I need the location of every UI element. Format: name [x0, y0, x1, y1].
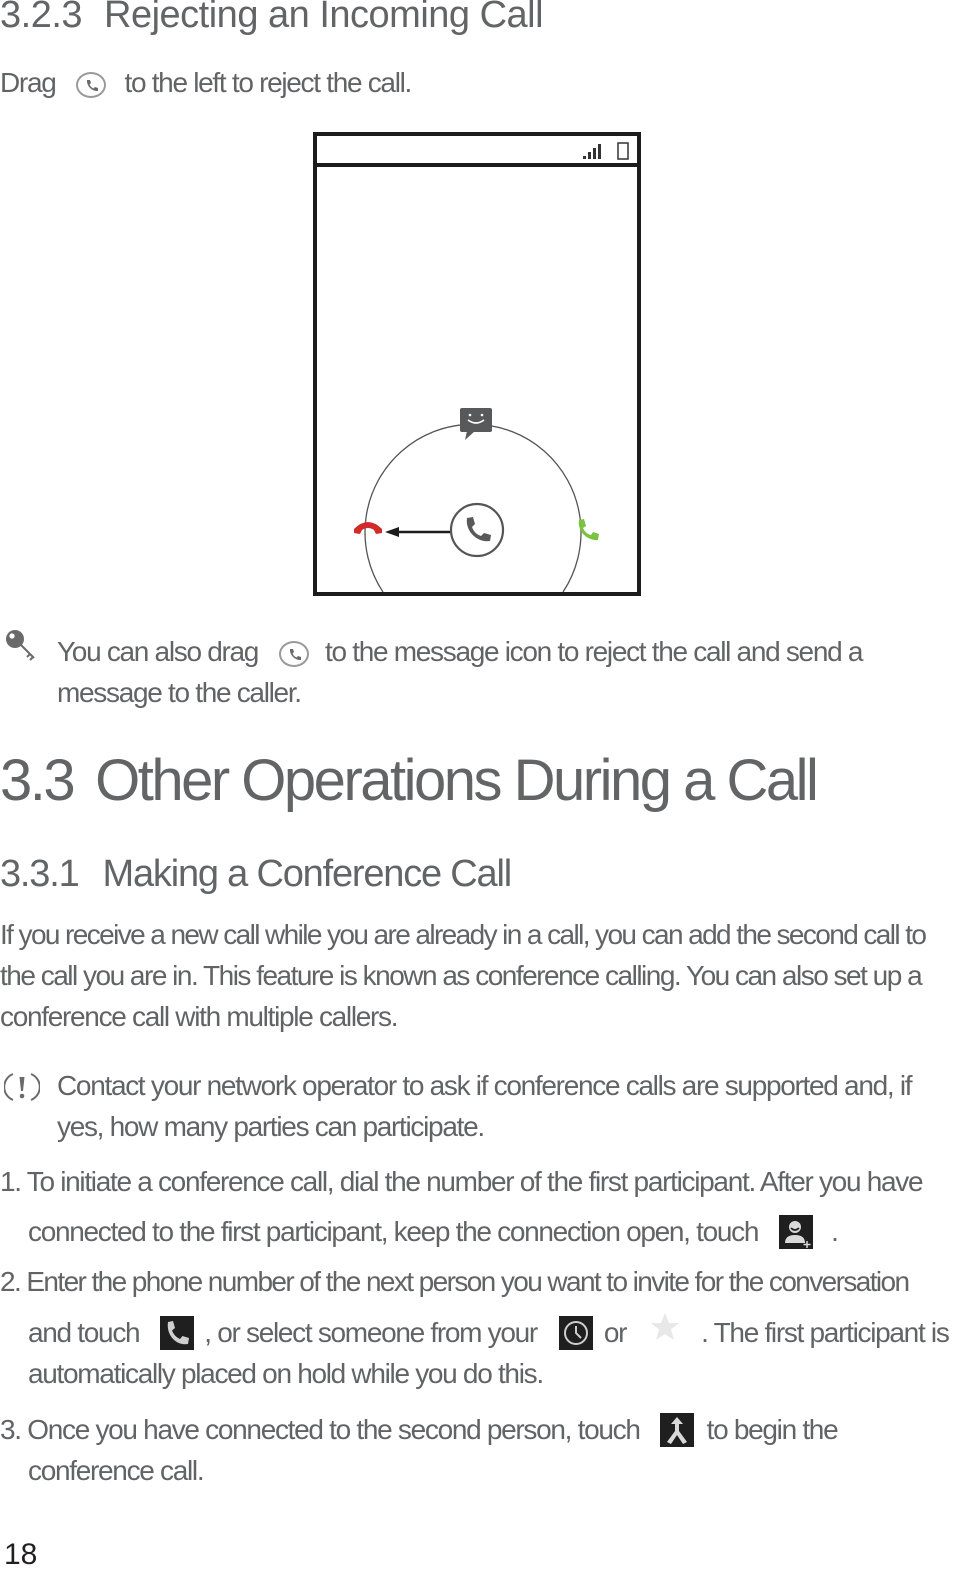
step-text: . The first participant is [701, 1317, 950, 1348]
dial-phone-icon [159, 1315, 194, 1350]
paragraph-line: conference call with multiple callers. [0, 1001, 399, 1032]
step-number: 1. [0, 1166, 22, 1197]
step-2-line-3: automatically placed on hold while you d… [28, 1358, 544, 1389]
call-log-icon [559, 1315, 594, 1350]
instruction-suffix: to the left to reject the call. [124, 67, 412, 98]
phone-handle-icon [449, 502, 505, 558]
phone-lockscreen-illustration [313, 132, 641, 596]
answer-call-icon [578, 519, 599, 541]
step-text: , or select someone from your [204, 1317, 538, 1348]
message-icon [460, 408, 492, 440]
step-text: or [603, 1317, 628, 1348]
step-3-line-2: conference call. [28, 1455, 205, 1486]
tip-text-line-2: message to the caller. [57, 677, 302, 708]
step-3-line-1: 3. Once you have connected to the second… [0, 1410, 839, 1450]
favorites-star-icon [649, 1311, 681, 1354]
section-heading-3-3-1: 3.3.1 Making a Conference Call [0, 853, 513, 896]
add-contact-icon [778, 1214, 813, 1249]
paragraph-line: If you receive a new call while you are … [0, 919, 927, 950]
page-number: 18 [4, 1538, 38, 1571]
section-heading-3-2-3: 3.2.3 Rejecting an Incoming Call [0, 0, 544, 37]
section-title: Making a Conference Call [102, 853, 513, 895]
step-text: . [831, 1216, 839, 1247]
step-number: 2. [0, 1266, 22, 1297]
step-1-line-1: 1. To initiate a conference call, dial t… [0, 1162, 924, 1202]
instruction-prefix: Drag [0, 67, 57, 98]
paragraph-line: the call you are in. This feature is kno… [0, 960, 923, 991]
unlock-ring [354, 408, 599, 592]
section-number: 3.2.3 [0, 0, 83, 36]
section-heading-3-3: 3.3 Other Operations During a Call [0, 747, 819, 814]
section-number: 3.3.1 [0, 853, 80, 895]
step-text: Once you have connected to the second pe… [27, 1414, 641, 1445]
tip-prefix: You can also drag [57, 636, 259, 667]
step-2-line-1: 2. Enter the phone number of the next pe… [0, 1262, 910, 1302]
tip-key-icon [4, 628, 44, 669]
merge-calls-icon [660, 1412, 695, 1447]
note-line-1: Contact your network operator to ask if … [57, 1070, 913, 1101]
step-1-line-2: connected to the first participant, keep… [28, 1212, 839, 1252]
warning-icon [3, 1069, 41, 1110]
note-line-2: yes, how many parties can participate. [57, 1111, 485, 1142]
reject-instruction: Drag to the left to reject the call. [0, 63, 412, 103]
step-text: Enter the phone number of the next perso… [26, 1266, 910, 1297]
step-number: 3. [0, 1414, 22, 1445]
step-2-line-2: and touch , or select someone from your … [28, 1311, 950, 1354]
step-text: To initiate a conference call, dial the … [26, 1166, 924, 1197]
tip-text-line-1: You can also drag to the message icon to… [57, 632, 863, 672]
tip-suffix: to the message icon to reject the call a… [325, 636, 863, 667]
section-title: Rejecting an Incoming Call [104, 0, 544, 36]
phone-handle-icon [75, 71, 106, 98]
reject-call-icon [354, 522, 382, 534]
phone-handle-icon [278, 640, 309, 667]
section-title: Other Operations During a Call [95, 748, 819, 813]
step-text: to begin the [706, 1414, 839, 1445]
step-text: connected to the first participant, keep… [28, 1216, 759, 1247]
section-number: 3.3 [0, 748, 76, 813]
step-text: and touch [28, 1317, 141, 1348]
